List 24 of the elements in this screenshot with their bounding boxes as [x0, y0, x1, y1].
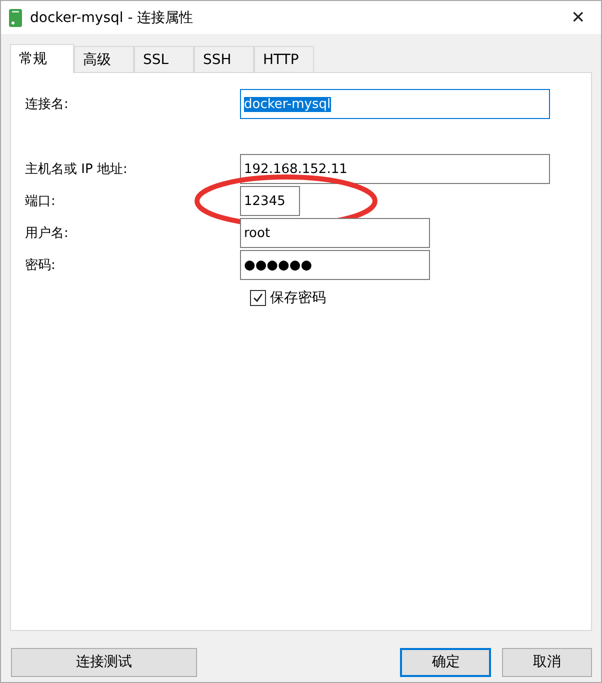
- field-label: 密码:: [25, 257, 56, 274]
- field-label: 主机名或 IP 地址:: [25, 161, 128, 178]
- field-label: 端口:: [25, 193, 56, 210]
- field-label: 用户名:: [25, 225, 70, 242]
- input-field[interactable]: ●●●●●●: [240, 250, 430, 280]
- tab[interactable]: 常规: [10, 44, 74, 73]
- cancel-button[interactable]: 取消: [502, 648, 592, 676]
- input-field[interactable]: root: [240, 218, 430, 248]
- input-field[interactable]: 192.168.152.11: [240, 154, 550, 184]
- tab[interactable]: 高级: [74, 46, 134, 72]
- checkmark-icon: [252, 292, 264, 304]
- close-button[interactable]: ✕: [555, 1, 601, 34]
- test-connection-button[interactable]: 连接测试: [11, 648, 198, 676]
- input-field[interactable]: docker-mysql: [240, 89, 550, 119]
- database-icon: [9, 8, 22, 26]
- checkbox[interactable]: [250, 290, 266, 306]
- tab[interactable]: SSH: [194, 46, 254, 72]
- field-label: 连接名:: [25, 96, 70, 113]
- tab[interactable]: SSL: [134, 46, 194, 72]
- checkbox-label: 保存密码: [270, 289, 326, 307]
- tab[interactable]: HTTP: [254, 46, 314, 72]
- input-field[interactable]: 12345: [240, 186, 300, 216]
- window-title: docker-mysql - 连接属性: [30, 8, 194, 26]
- ok-button[interactable]: 确定: [400, 648, 492, 676]
